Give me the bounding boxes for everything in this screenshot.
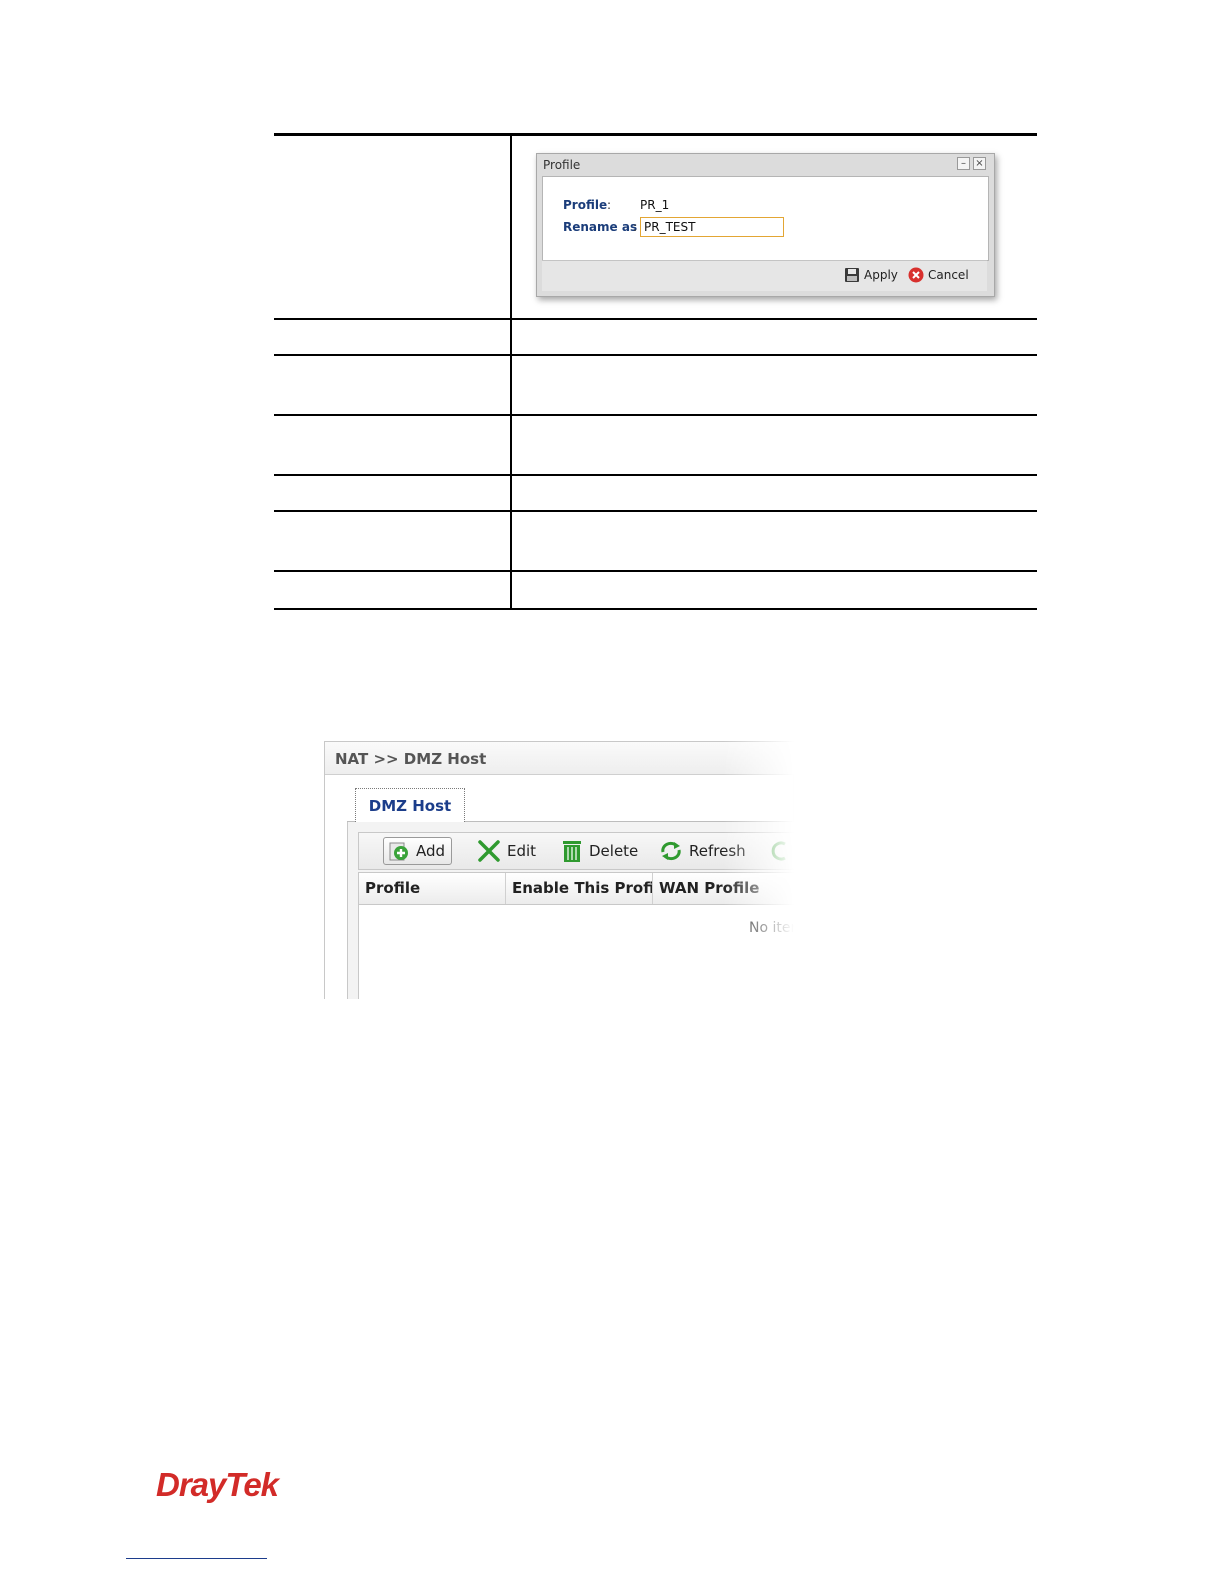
- add-button[interactable]: Add: [383, 837, 453, 865]
- table-cell-item: [274, 136, 512, 318]
- table-cell-description: [512, 416, 1037, 474]
- dmz-header: NAT >> DMZ Host: [325, 742, 794, 775]
- floppy-disk-icon: [845, 268, 859, 282]
- edit-button[interactable]: Edit: [477, 837, 536, 865]
- red-x-circle-icon: [908, 267, 924, 283]
- add-label: Add: [416, 842, 446, 860]
- table-cell-item: [274, 320, 512, 354]
- table-row: [274, 356, 1037, 416]
- apply-button[interactable]: Apply: [844, 267, 898, 283]
- cancel-label: Cancel: [928, 268, 969, 282]
- table-cell-description: [512, 512, 1037, 570]
- edit-icon: [478, 840, 500, 862]
- refresh-icon: [661, 841, 681, 861]
- dialog-title: Profile: [543, 158, 581, 172]
- dmz-window: NAT >> DMZ Host DMZ Host Add Edit Delete…: [324, 741, 794, 999]
- description-table: Profile – × Profile : PR_1 Rename as : P…: [274, 133, 1037, 610]
- profile-label: Profile: [563, 198, 608, 212]
- minimize-button[interactable]: –: [957, 157, 970, 170]
- table-row: [274, 572, 1037, 608]
- table-cell-item: [274, 512, 512, 570]
- table-cell-item: [274, 356, 512, 414]
- rename-input[interactable]: [640, 217, 784, 237]
- column-header-wan-profile[interactable]: WAN Profile: [653, 873, 794, 904]
- dmz-content: Add Edit Delete Refresh Profile Enable T…: [347, 822, 794, 999]
- column-header-profile[interactable]: Profile: [359, 873, 506, 904]
- draytek-logo: DrayTek: [156, 1466, 279, 1503]
- grid-header: Profile Enable This Profile WAN Profile: [358, 872, 794, 905]
- table-cell-item: [274, 572, 512, 608]
- close-button[interactable]: ×: [973, 157, 986, 170]
- table-row: [274, 512, 1037, 572]
- refresh-button[interactable]: Refresh: [659, 837, 746, 865]
- footer-rule: [126, 1558, 267, 1559]
- table-cell-description: [512, 572, 1037, 608]
- delete-label: Delete: [589, 842, 639, 860]
- edit-label: Edit: [507, 842, 537, 860]
- trash-icon: [563, 841, 581, 862]
- tab-dmz-host[interactable]: DMZ Host: [355, 788, 465, 822]
- column-header-enable[interactable]: Enable This Profile: [506, 873, 653, 904]
- more-button[interactable]: [771, 837, 793, 865]
- table-cell-description: Profile – × Profile : PR_1 Rename as : P…: [512, 136, 1037, 318]
- cancel-button[interactable]: Cancel: [908, 267, 969, 283]
- dialog-footer: Apply Cancel: [542, 260, 987, 291]
- table-cell-description: [512, 476, 1037, 510]
- rename-label: Rename as: [563, 220, 638, 234]
- breadcrumb: NAT >> DMZ Host: [335, 750, 487, 768]
- dmz-host-screenshot: NAT >> DMZ Host DMZ Host Add Edit Delete…: [324, 741, 794, 999]
- table-row: Profile – × Profile : PR_1 Rename as : P…: [274, 136, 1037, 320]
- grid-body: No iter: [358, 905, 794, 999]
- backup-icon: [771, 841, 786, 861]
- table-row: [274, 476, 1037, 512]
- profile-value: PR_1: [640, 198, 670, 212]
- toolbar: Add Edit Delete Refresh: [358, 832, 794, 870]
- profile-colon: :: [607, 198, 612, 212]
- refresh-label: Refresh: [689, 842, 746, 860]
- profile-rename-dialog: Profile – × Profile : PR_1 Rename as : P…: [536, 153, 995, 297]
- add-icon: [389, 842, 408, 861]
- table-cell-description: [512, 320, 1037, 354]
- empty-message: No iter: [749, 920, 794, 936]
- dialog-body: Profile : PR_1 Rename as :: [542, 176, 989, 261]
- table-row: [274, 416, 1037, 476]
- table-cell-item: [274, 416, 512, 474]
- delete-button[interactable]: Delete: [561, 837, 638, 865]
- rename-colon: :: [633, 220, 638, 234]
- table-cell-description: [512, 356, 1037, 414]
- apply-label: Apply: [864, 268, 898, 282]
- table-cell-item: [274, 476, 512, 510]
- table-row: [274, 320, 1037, 356]
